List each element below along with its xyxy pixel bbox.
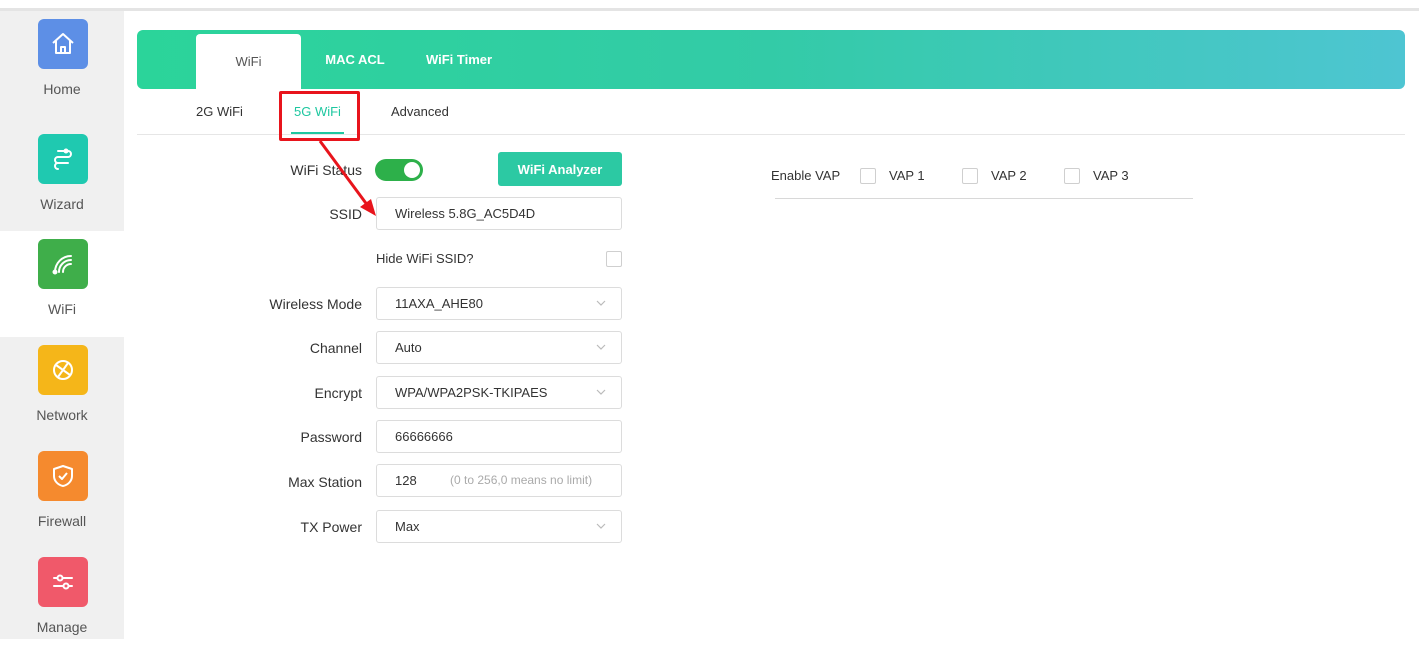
wifi-icon — [38, 239, 88, 289]
password-label: Password — [300, 429, 362, 445]
home-icon — [38, 19, 88, 69]
tx-power-select[interactable]: Max — [376, 510, 622, 543]
ssid-label: SSID — [329, 206, 362, 222]
vap3-checkbox[interactable] — [1064, 168, 1080, 184]
max-station-hint: (0 to 256,0 means no limit) — [450, 473, 593, 487]
encrypt-select[interactable]: WPA/WPA2PSK-TKIPAES — [376, 376, 622, 409]
wizard-icon — [38, 134, 88, 184]
vap2-label: VAP 2 — [991, 168, 1027, 183]
chevron-down-icon — [596, 344, 606, 350]
ssid-value: Wireless 5.8G_AC5D4D — [395, 206, 536, 221]
toggle-knob — [404, 162, 420, 178]
vap-divider — [775, 198, 1193, 199]
globe-icon — [38, 345, 88, 395]
channel-value: Auto — [395, 340, 422, 355]
max-station-label: Max Station — [288, 474, 362, 490]
wifi-status-toggle[interactable] — [375, 159, 423, 181]
chevron-down-icon — [596, 389, 606, 395]
wifi-status-label: WiFi Status — [290, 162, 362, 178]
vap1-checkbox[interactable] — [860, 168, 876, 184]
subtab-5g-wifi[interactable]: 5G WiFi — [294, 104, 341, 119]
sliders-icon — [38, 557, 88, 607]
wireless-mode-select[interactable]: 11AXA_AHE80 — [376, 287, 622, 320]
tab-mac-acl[interactable]: MAC ACL — [313, 30, 397, 89]
password-input[interactable]: 66666666 — [376, 420, 622, 453]
wireless-mode-value: 11AXA_AHE80 — [395, 296, 483, 311]
password-value: 66666666 — [395, 429, 453, 444]
subtab-divider — [137, 134, 1405, 135]
subtab-2g-wifi[interactable]: 2G WiFi — [196, 104, 243, 119]
top-tab-bar: WiFi MAC ACL WiFi Timer — [137, 30, 1405, 89]
tab-wifi-timer[interactable]: WiFi Timer — [417, 30, 501, 89]
top-border — [0, 8, 1419, 11]
sidebar-item-label: Wizard — [40, 196, 84, 212]
sidebar-item-firewall[interactable]: Firewall — [0, 443, 124, 549]
sidebar-item-wifi[interactable]: WiFi — [0, 231, 124, 337]
max-station-value: 128 — [395, 473, 417, 488]
chevron-down-icon — [596, 523, 606, 529]
tx-power-value: Max — [395, 519, 420, 534]
channel-label: Channel — [309, 340, 362, 356]
sidebar-item-label: Network — [36, 407, 88, 423]
sidebar-item-label: Home — [43, 81, 81, 97]
tx-power-label: TX Power — [300, 519, 362, 535]
hide-ssid-checkbox[interactable] — [606, 251, 622, 267]
sidebar: Home Wizard WiFi Network Firewall Manage — [0, 11, 124, 639]
vap2-checkbox[interactable] — [962, 168, 978, 184]
sidebar-item-label: WiFi — [48, 301, 76, 317]
sidebar-item-label: Firewall — [37, 513, 87, 529]
channel-select[interactable]: Auto — [376, 331, 622, 364]
ssid-input[interactable]: Wireless 5.8G_AC5D4D — [376, 197, 622, 230]
sidebar-item-network[interactable]: Network — [0, 337, 124, 443]
encrypt-value: WPA/WPA2PSK-TKIPAES — [395, 385, 548, 400]
max-station-input[interactable]: 128 (0 to 256,0 means no limit) — [376, 464, 622, 497]
sidebar-item-wizard[interactable]: Wizard — [0, 126, 124, 232]
encrypt-label: Encrypt — [314, 385, 362, 401]
vap1-label: VAP 1 — [889, 168, 925, 183]
vap3-label: VAP 3 — [1093, 168, 1129, 183]
sidebar-item-label: Manage — [36, 619, 88, 635]
wireless-mode-label: Wireless Mode — [269, 296, 362, 312]
subtab-advanced[interactable]: Advanced — [391, 104, 449, 119]
hide-ssid-label: Hide WiFi SSID? — [376, 251, 474, 266]
wifi-analyzer-button[interactable]: WiFi Analyzer — [498, 152, 622, 186]
enable-vap-label: Enable VAP — [771, 168, 841, 183]
tab-wifi[interactable]: WiFi — [196, 34, 301, 89]
sidebar-item-manage[interactable]: Manage — [0, 549, 124, 655]
annotation-arrow-icon — [318, 140, 376, 216]
shield-icon — [38, 451, 88, 501]
sidebar-item-home[interactable]: Home — [0, 11, 124, 117]
chevron-down-icon — [596, 300, 606, 306]
